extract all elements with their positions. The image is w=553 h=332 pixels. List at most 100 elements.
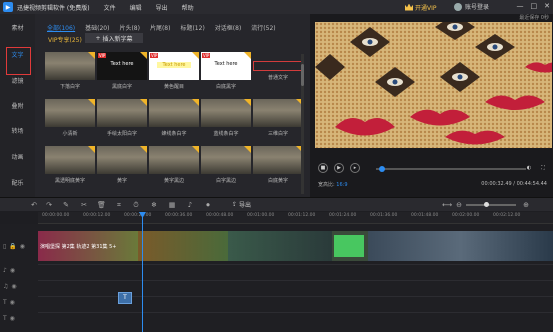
redo-icon[interactable]: ↷ (45, 201, 53, 209)
undo-icon[interactable]: ↶ (30, 201, 38, 209)
video-track-header: ▯ 🔒 ◉ (0, 238, 38, 254)
tab-basic[interactable]: 基础(20) (85, 23, 109, 32)
edit-icon[interactable]: ✎ (62, 201, 70, 209)
template-tile[interactable]: 手绘太阳白字 (97, 99, 147, 137)
video-preview (315, 22, 552, 148)
template-caption: 三维白字 (267, 131, 288, 137)
tab-all[interactable]: 全部(106) (47, 23, 75, 32)
tab-dialog[interactable]: 对话框(8) (215, 23, 242, 32)
fit-icon[interactable]: ⟷ (442, 201, 452, 209)
timeline-ruler[interactable]: 00:00:00.00 00:00:12.00 00:00:24.00 00:00:3… (38, 212, 553, 224)
sidebar-item-media[interactable]: 素材 (0, 23, 35, 32)
login-button[interactable]: 账号登录 (454, 2, 489, 11)
template-tile[interactable]: Text here VIP 黄色醒目 (149, 52, 199, 90)
tab-opening[interactable]: 片头(8) (119, 23, 140, 32)
track-divider (38, 264, 553, 265)
crop-icon[interactable]: ⌗ (115, 201, 123, 209)
export-button[interactable]: ⇪ 导出 (232, 200, 251, 209)
download-corner-icon (244, 146, 251, 153)
template-tile[interactable]: 黄字黑边 (149, 146, 199, 184)
template-tile[interactable]: 黄字 (97, 146, 147, 184)
minimize-icon[interactable]: — (517, 2, 524, 10)
playback-progress[interactable] (376, 166, 526, 172)
speed-icon[interactable]: ⏱ (132, 201, 140, 209)
zoom-slider[interactable] (466, 202, 516, 207)
download-corner-icon (140, 99, 147, 106)
library-scrollbar[interactable] (301, 54, 304, 194)
scrollbar-thumb[interactable] (301, 64, 304, 86)
aspect-value[interactable]: 16:9 (336, 182, 347, 188)
mosaic-icon[interactable]: ▦ (168, 201, 176, 209)
download-corner-icon (192, 146, 199, 153)
tab-ending[interactable]: 片尾(8) (150, 23, 171, 32)
template-tile[interactable]: 白字黑边 (201, 146, 251, 184)
eye-icon[interactable]: ◉ (11, 283, 16, 290)
tab-title[interactable]: 标题(12) (180, 23, 204, 32)
sidebar-item-animation[interactable]: 动画 (0, 152, 35, 161)
login-label: 账号登录 (465, 4, 490, 11)
template-tile[interactable]: 普通文字 (253, 52, 303, 81)
sidebar-item-filter[interactable]: 滤镜 (0, 76, 35, 85)
zoom-knob[interactable] (484, 202, 489, 207)
overlay-track-icon: T (3, 314, 7, 322)
next-frame-icon[interactable]: ▸ (350, 163, 360, 173)
progress-knob[interactable] (378, 166, 385, 172)
maximize-icon[interactable]: □ (531, 2, 538, 10)
lock-icon[interactable]: 🔒 (9, 243, 16, 250)
download-corner-icon (244, 52, 251, 59)
template-tile[interactable]: Text here VIP 黑底白字 (97, 52, 147, 90)
menu-edit[interactable]: 编辑 (130, 3, 142, 12)
vip-button[interactable]: 开通VIP (405, 2, 437, 12)
eye-icon[interactable]: ◉ (10, 315, 15, 322)
timeline-toolbar: ↶ ↷ ✎ ✂ 🗑 ⌗ ⏱ ❄ ▦ ♪ ⏺ ⇪ 导出 ⟷ ⊖ ⊕ (0, 197, 553, 211)
sidebar-item-text[interactable]: 文字 (0, 50, 35, 59)
split-icon[interactable]: ✂ (80, 201, 88, 209)
ruler-tick-label: 00:02:12.00 (493, 213, 521, 218)
template-caption: 普通文字 (267, 75, 288, 81)
freeze-icon[interactable]: ❄ (150, 201, 158, 209)
text-track-icon: T (3, 298, 7, 306)
template-thumbnail (45, 99, 95, 127)
download-corner-icon (88, 99, 95, 106)
play-icon[interactable]: ▶ (334, 163, 344, 173)
eye-icon[interactable]: ◉ (10, 299, 15, 306)
playhead-line[interactable] (142, 212, 143, 332)
text-clip[interactable]: T (118, 292, 132, 304)
insert-subtitle-button[interactable]: + 插入新字幕 (85, 33, 143, 43)
delete-icon[interactable]: 🗑 (97, 201, 106, 209)
eye-icon[interactable]: ◉ (20, 243, 25, 250)
audio-icon[interactable]: ♪ (186, 201, 194, 209)
sidebar-item-music[interactable]: 配乐 (0, 178, 35, 187)
video-clip[interactable]: 演唱堡探 第2集 轨迹2 第31集 5+ (38, 231, 553, 261)
template-caption: 黄字 (116, 178, 127, 184)
template-tile[interactable]: 蜂线条白字 (149, 99, 199, 137)
record-icon[interactable]: ⏺ (204, 201, 212, 209)
sidebar-item-overlay[interactable]: 叠附 (0, 101, 35, 110)
sidebar-item-transition[interactable]: 转场 (0, 126, 35, 135)
template-tile[interactable]: 下落白字 (45, 52, 95, 90)
ruler-tick-label: 00:02:00.00 (452, 213, 480, 218)
template-tile[interactable]: 蓝线条白字 (201, 99, 251, 137)
save-status: 最近保存 0秒 (519, 15, 549, 21)
eye-icon[interactable]: ◉ (10, 267, 15, 274)
template-tile[interactable]: 白底黄字 (253, 146, 303, 184)
export-icon: ⇪ (232, 201, 238, 208)
template-tile[interactable]: 三维白字 (253, 99, 303, 137)
volume-icon[interactable]: ◐ (524, 163, 534, 173)
tab-vip[interactable]: VIP专享(25) (48, 35, 82, 44)
tab-popular[interactable]: 流行(52) (251, 23, 275, 32)
menu-file[interactable]: 文件 (104, 3, 116, 12)
template-tile[interactable]: 小清新 (45, 99, 95, 137)
menu-help[interactable]: 帮助 (182, 3, 194, 12)
window-controls: — □ ✕ (517, 2, 551, 10)
close-icon[interactable]: ✕ (544, 2, 550, 10)
stop-icon[interactable]: ■ (318, 163, 328, 173)
fullscreen-icon[interactable]: ⛶ (538, 163, 548, 173)
zoom-out-icon[interactable]: ⊖ (455, 201, 463, 209)
template-thumbnail (253, 99, 303, 127)
template-thumbnail (253, 146, 303, 174)
template-tile[interactable]: Text here VIP 白底黑字 (201, 52, 251, 90)
zoom-in-icon[interactable]: ⊕ (522, 201, 530, 209)
menu-export[interactable]: 导出 (156, 3, 168, 12)
template-tile[interactable]: 黑透明底黄字 (45, 146, 95, 184)
